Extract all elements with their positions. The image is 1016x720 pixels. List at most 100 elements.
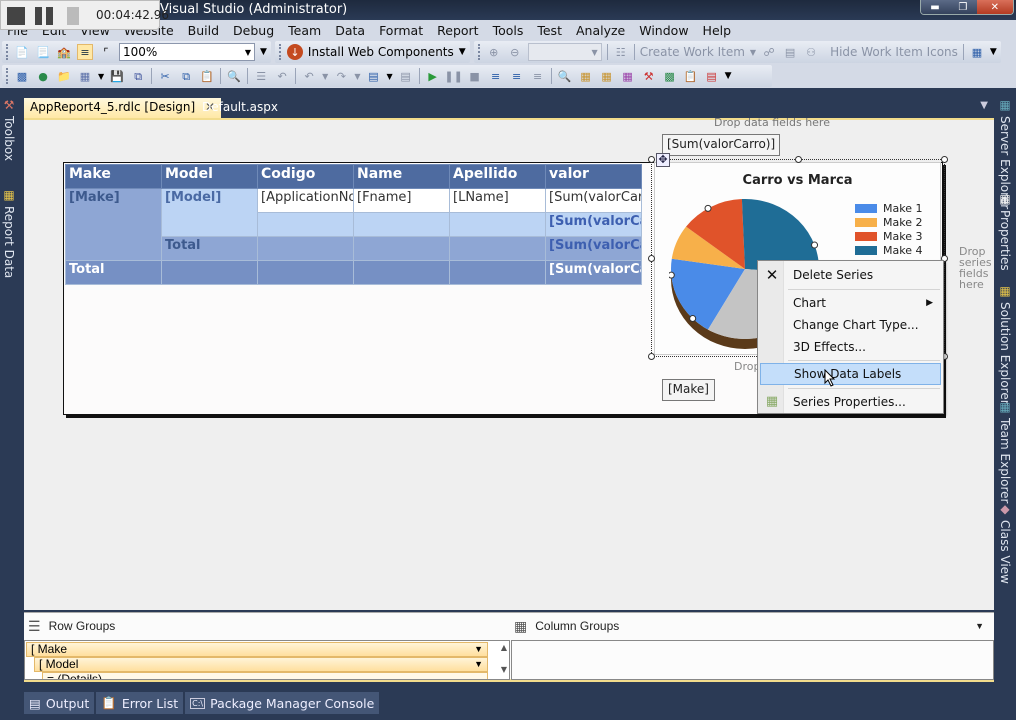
hide-work-item-icons-button[interactable]: Hide Work Item Icons xyxy=(830,45,958,59)
resize-handle[interactable] xyxy=(648,255,655,262)
class-view-icon[interactable]: ▩ xyxy=(662,68,678,84)
menu-help[interactable]: Help xyxy=(696,23,739,38)
toolbar-overflow-icon[interactable]: ▼ xyxy=(990,47,997,57)
group-dropdown-icon[interactable]: ▼ xyxy=(474,643,483,656)
solution-explorer-tab[interactable]: ▦ Solution Explorer xyxy=(998,284,1012,405)
header-cell[interactable]: Name xyxy=(353,164,450,189)
add-item-icon[interactable]: ▦ xyxy=(77,68,93,84)
new-website-icon[interactable]: ● xyxy=(35,68,51,84)
tab-default-aspx[interactable]: Default.aspx xyxy=(196,98,284,118)
menu-test[interactable]: Test xyxy=(530,23,569,38)
menu-item-3d-effects[interactable]: 3D Effects... xyxy=(760,336,941,358)
navigate-forward-icon[interactable]: ▤ xyxy=(398,68,414,84)
error-list-icon[interactable]: 📋 xyxy=(683,68,699,84)
empty-cell[interactable] xyxy=(353,236,450,261)
header-cell[interactable]: Model xyxy=(161,164,258,189)
menu-item-delete-series[interactable]: ✕ Delete Series xyxy=(760,264,941,286)
resize-handle[interactable] xyxy=(795,156,802,163)
menu-report[interactable]: Report xyxy=(430,23,485,38)
pause-record-button[interactable] xyxy=(35,7,42,25)
restore-button[interactable]: ❐ xyxy=(948,0,977,14)
model-total-sum-cell[interactable]: [Sum(valorCarro)] xyxy=(545,236,642,261)
solution-explorer-icon[interactable]: ▦ xyxy=(599,68,615,84)
report-body-icon[interactable]: 📃 xyxy=(35,44,51,60)
model-total-label[interactable]: Total xyxy=(161,236,258,261)
hierarchy-icon[interactable]: ☷ xyxy=(613,44,629,60)
properties-window-icon[interactable]: ▦ xyxy=(578,68,594,84)
legend-item[interactable]: Make 1 xyxy=(855,201,922,215)
series-selection-marker[interactable] xyxy=(669,271,675,279)
toolbox-tab[interactable]: ⚒ Toolbox xyxy=(2,98,16,161)
open-folder-icon[interactable]: 📁 xyxy=(56,68,72,84)
menu-item-show-data-labels[interactable]: Show Data Labels xyxy=(760,363,941,385)
menu-analyze[interactable]: Analyze xyxy=(569,23,632,38)
sum-cell[interactable]: [Sum(valorCarro)] xyxy=(545,212,642,237)
tab-output[interactable]: ▤ Output xyxy=(24,692,95,714)
zoom-combo[interactable]: 100% ▼ xyxy=(119,43,255,61)
save-all-icon[interactable]: ⧉ xyxy=(130,68,146,84)
close-button[interactable]: ✕ xyxy=(976,0,1013,14)
step-out-icon[interactable]: ≡ xyxy=(530,68,546,84)
header-cell[interactable]: valor xyxy=(545,164,642,189)
model-group-cell[interactable]: [Model] xyxy=(161,188,258,237)
toolbar-grip[interactable] xyxy=(6,44,9,60)
header-cell[interactable]: Codigo xyxy=(257,164,354,189)
query-combo[interactable]: ▼ xyxy=(527,43,602,61)
work-item-query-icon[interactable]: ⚇ xyxy=(803,44,819,60)
empty-cell[interactable] xyxy=(353,212,450,237)
class-view-tab[interactable]: ◆ Class View xyxy=(998,502,1012,584)
new-project-icon[interactable]: ▩ xyxy=(14,68,30,84)
pause-icon[interactable]: ❚❚ xyxy=(444,68,462,84)
chart-title[interactable]: Carro vs Marca xyxy=(655,173,940,188)
make-group-cell[interactable]: [Make] xyxy=(65,188,162,261)
zoom-in-icon[interactable]: ⊕ xyxy=(486,44,502,60)
zoom-out-icon[interactable]: ⊖ xyxy=(507,44,523,60)
toolbar-grip[interactable] xyxy=(477,44,481,60)
object-browser-icon[interactable]: ▦ xyxy=(620,68,636,84)
grand-total-sum-cell[interactable]: [Sum(valorCarro)] xyxy=(545,260,642,285)
install-web-components-button[interactable]: Install Web Components xyxy=(308,45,454,59)
diagram-icon[interactable]: ▦ xyxy=(969,44,985,60)
report-properties-icon[interactable]: 🏫 xyxy=(56,44,72,60)
move-handle-icon[interactable]: ✥ xyxy=(656,153,670,167)
legend-item[interactable]: Make 2 xyxy=(855,215,922,229)
menu-build[interactable]: Build xyxy=(181,23,226,38)
chart-value-field[interactable]: [Sum(valorCarro)] xyxy=(662,134,781,156)
start-page-icon[interactable]: ▤ xyxy=(704,68,720,84)
row-group-model[interactable]: [ Model ▼ xyxy=(34,657,488,672)
detail-cell[interactable]: [ApplicationNo] xyxy=(257,188,354,213)
toolbar-overflow-icon[interactable]: ▼ xyxy=(459,47,466,57)
toolbar-overflow-icon[interactable]: ▼ xyxy=(725,71,732,81)
series-selection-marker[interactable] xyxy=(811,241,819,249)
resize-handle[interactable] xyxy=(941,156,948,163)
tab-error-list[interactable]: 📋 Error List xyxy=(96,692,184,714)
copy-icon[interactable]: ⧉ xyxy=(178,68,194,84)
report-data-tab[interactable]: ▦ Report Data xyxy=(2,188,16,278)
empty-cell[interactable] xyxy=(449,212,546,237)
legend-item[interactable]: Make 3 xyxy=(855,229,922,243)
cut-icon[interactable]: ✂ xyxy=(157,68,173,84)
tab-package-manager-console[interactable]: C:\ Package Manager Console xyxy=(185,692,380,714)
menu-team[interactable]: Team xyxy=(281,23,328,38)
save-icon[interactable]: 💾 xyxy=(109,68,125,84)
menu-item-change-chart-type[interactable]: Change Chart Type... xyxy=(760,314,941,336)
print-preview-icon[interactable]: 🔍 xyxy=(226,68,242,84)
menu-item-series-properties[interactable]: ▦ Series Properties... xyxy=(760,391,941,413)
empty-cell[interactable] xyxy=(353,260,450,285)
chevron-down-icon[interactable]: ▼ xyxy=(386,72,392,81)
grouping-mode-dropdown[interactable]: ▼ xyxy=(975,621,984,631)
scroll-up-icon[interactable]: ▲ xyxy=(501,643,507,652)
link-icon[interactable]: ☍ xyxy=(761,44,777,60)
column-groups-list[interactable] xyxy=(511,640,994,680)
team-explorer-tab[interactable]: ▦ Team Explorer xyxy=(998,400,1012,504)
menu-item-chart[interactable]: Chart ▶ xyxy=(760,292,941,314)
comment-icon[interactable]: ☰ xyxy=(253,68,269,84)
toolbar-grip[interactable] xyxy=(6,68,9,84)
step-over-icon[interactable]: ≡ xyxy=(509,68,525,84)
series-selection-marker[interactable] xyxy=(689,314,697,322)
navigate-backward-icon[interactable]: ▤ xyxy=(365,68,381,84)
resize-handle[interactable] xyxy=(648,353,655,360)
paste-icon[interactable]: 📋 xyxy=(199,68,215,84)
grouping-icon[interactable]: ≡ xyxy=(77,44,93,60)
toolbar-grip[interactable] xyxy=(278,44,282,60)
